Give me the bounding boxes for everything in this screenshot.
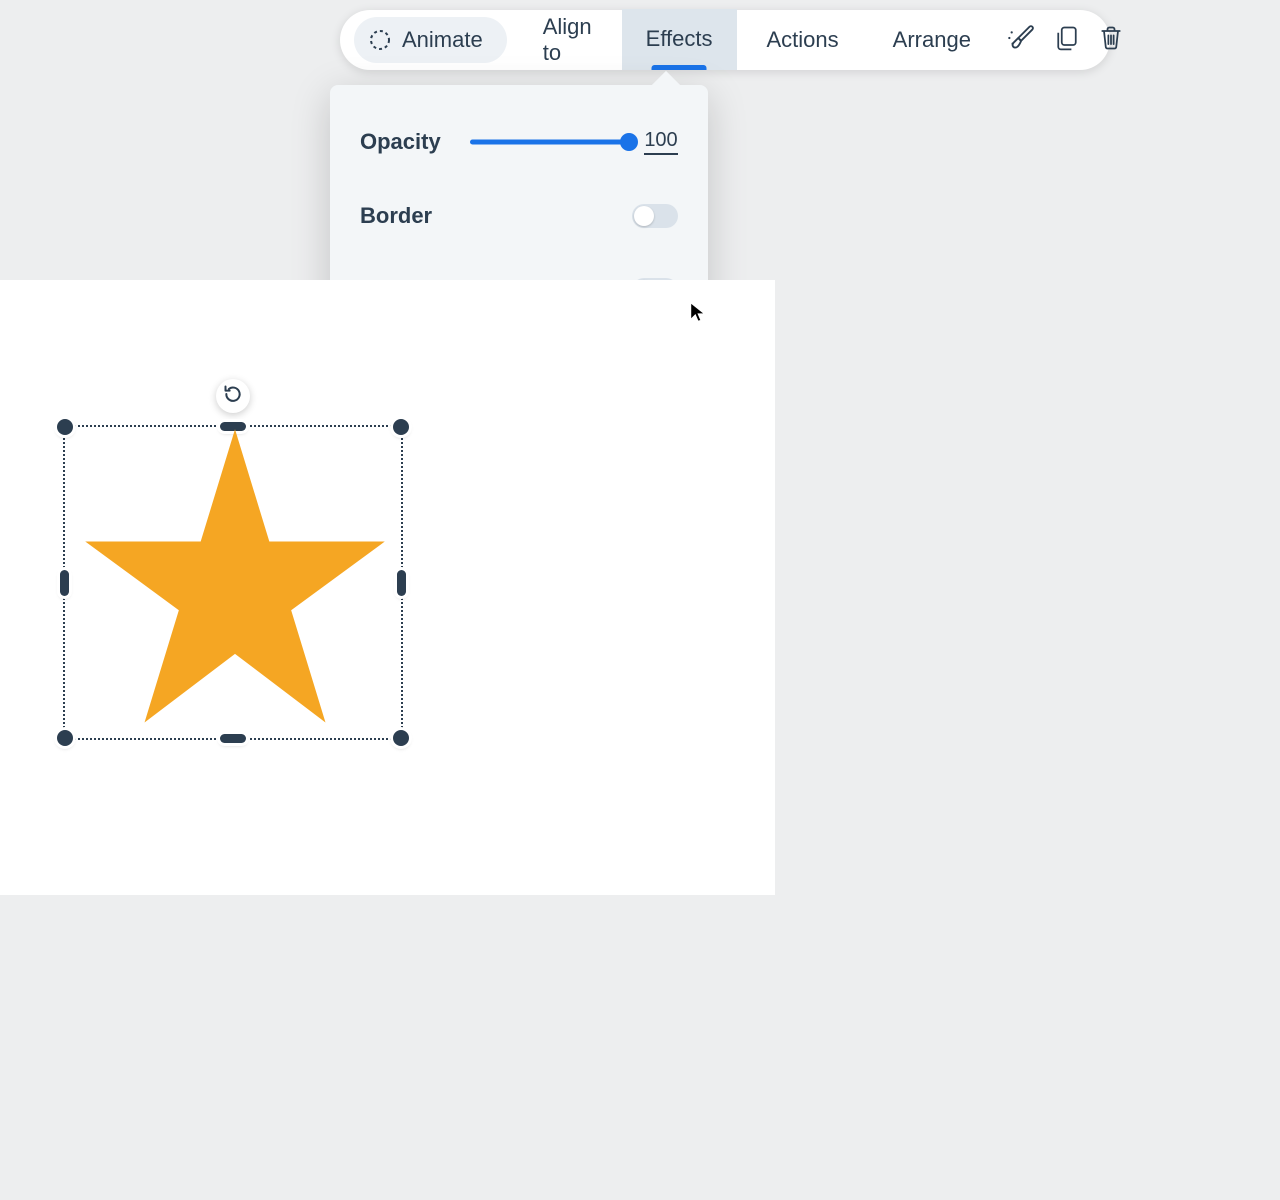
- resize-handle-s[interactable]: [220, 734, 246, 743]
- selection-box[interactable]: [63, 425, 403, 740]
- tab-label: Arrange: [893, 27, 971, 53]
- rotate-icon: [223, 384, 243, 409]
- border-toggle[interactable]: [632, 204, 678, 228]
- border-row: Border: [360, 193, 678, 239]
- style-brush-button[interactable]: [1007, 20, 1037, 60]
- border-label: Border: [360, 203, 470, 229]
- design-canvas[interactable]: [0, 280, 775, 895]
- tab-arrange[interactable]: Arrange: [869, 10, 995, 70]
- opacity-row: Opacity 100: [360, 119, 678, 165]
- delete-button[interactable]: [1097, 20, 1125, 60]
- trash-icon: [1097, 24, 1125, 57]
- tab-label: Align to: [543, 14, 592, 66]
- opacity-label: Opacity: [360, 129, 470, 155]
- resize-handle-w[interactable]: [60, 570, 69, 596]
- opacity-slider[interactable]: [470, 132, 630, 152]
- tab-actions[interactable]: Actions: [743, 10, 863, 70]
- brush-icon: [1007, 23, 1037, 58]
- star-shape[interactable]: [71, 423, 399, 735]
- mouse-cursor-icon: [688, 300, 710, 324]
- tab-align-to[interactable]: Align to: [519, 10, 616, 70]
- rotate-handle[interactable]: [216, 379, 250, 413]
- copy-icon: [1053, 24, 1081, 57]
- tab-animate[interactable]: Animate: [354, 17, 507, 63]
- animate-icon: [368, 28, 392, 52]
- tab-label: Animate: [402, 27, 483, 53]
- opacity-value[interactable]: 100: [644, 129, 678, 155]
- top-toolbar: Animate Align to Effects Actions Arrange: [340, 10, 1110, 70]
- tab-label: Effects: [646, 26, 713, 52]
- tab-label: Actions: [767, 27, 839, 53]
- toggle-knob: [634, 206, 654, 226]
- duplicate-button[interactable]: [1053, 20, 1081, 60]
- slider-thumb[interactable]: [620, 133, 638, 151]
- tab-effects[interactable]: Effects: [622, 9, 737, 70]
